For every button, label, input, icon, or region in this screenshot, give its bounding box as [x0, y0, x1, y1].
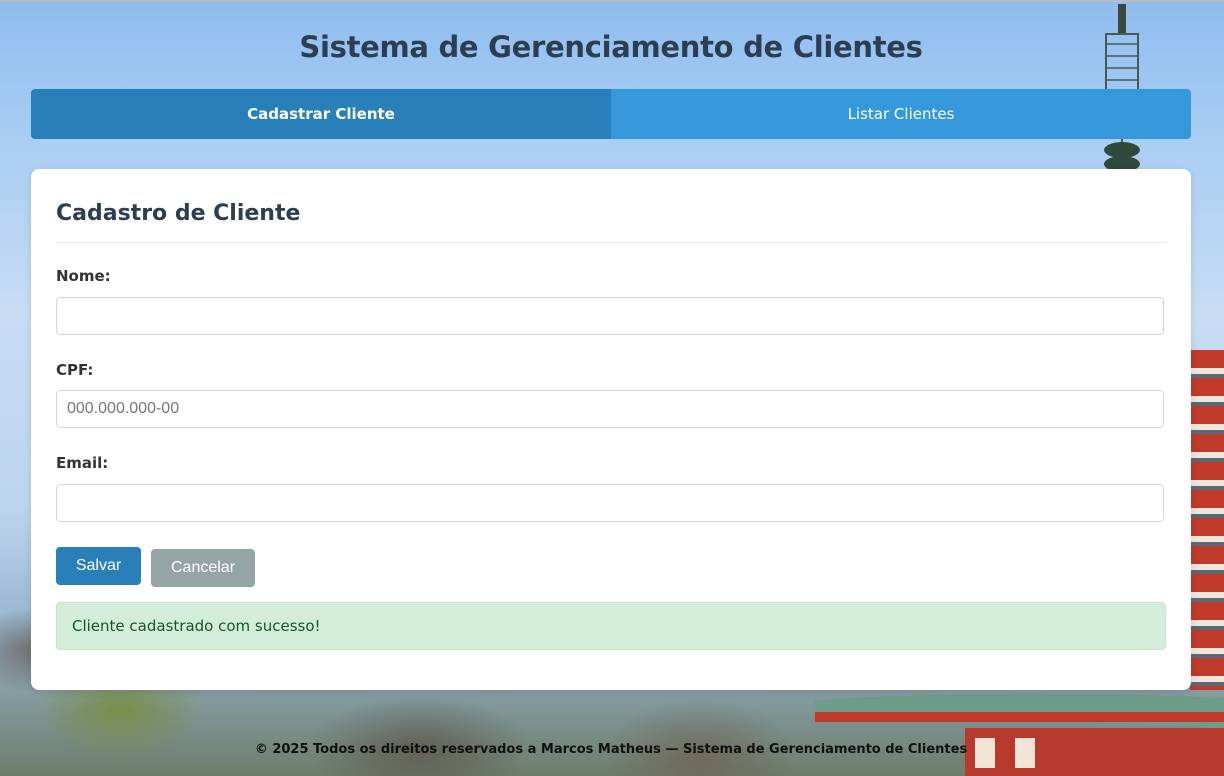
client-form-card: Cadastro de Cliente Nome: CPF: Email: Sa…: [31, 169, 1191, 690]
save-button[interactable]: Salvar: [56, 547, 141, 585]
window-top-border: [0, 0, 1224, 2]
page-title: Sistema de Gerenciamento de Clientes: [299, 30, 923, 64]
cpf-label: CPF:: [56, 361, 94, 379]
tab-bar: Cadastrar Cliente Listar Clientes: [31, 89, 1191, 139]
form-heading: Cadastro de Cliente: [56, 201, 301, 226]
tab-listar-clientes[interactable]: Listar Clientes: [611, 89, 1191, 139]
temple-roof-illustration: [815, 693, 1224, 776]
email-label: Email:: [56, 454, 109, 472]
success-alert: Cliente cadastrado com sucesso!: [56, 602, 1166, 650]
cancel-button[interactable]: Cancelar: [151, 549, 255, 587]
tab-cadastrar-cliente[interactable]: Cadastrar Cliente: [31, 89, 611, 139]
pagoda-illustration: [1190, 350, 1224, 690]
footer-copyright: © 2025 Todos os direitos reservados a Ma…: [254, 742, 968, 757]
heading-divider: [56, 242, 1166, 243]
nome-label: Nome:: [56, 267, 111, 285]
email-input[interactable]: [56, 484, 1164, 522]
nome-input[interactable]: [56, 297, 1164, 335]
cpf-input[interactable]: [56, 390, 1164, 428]
